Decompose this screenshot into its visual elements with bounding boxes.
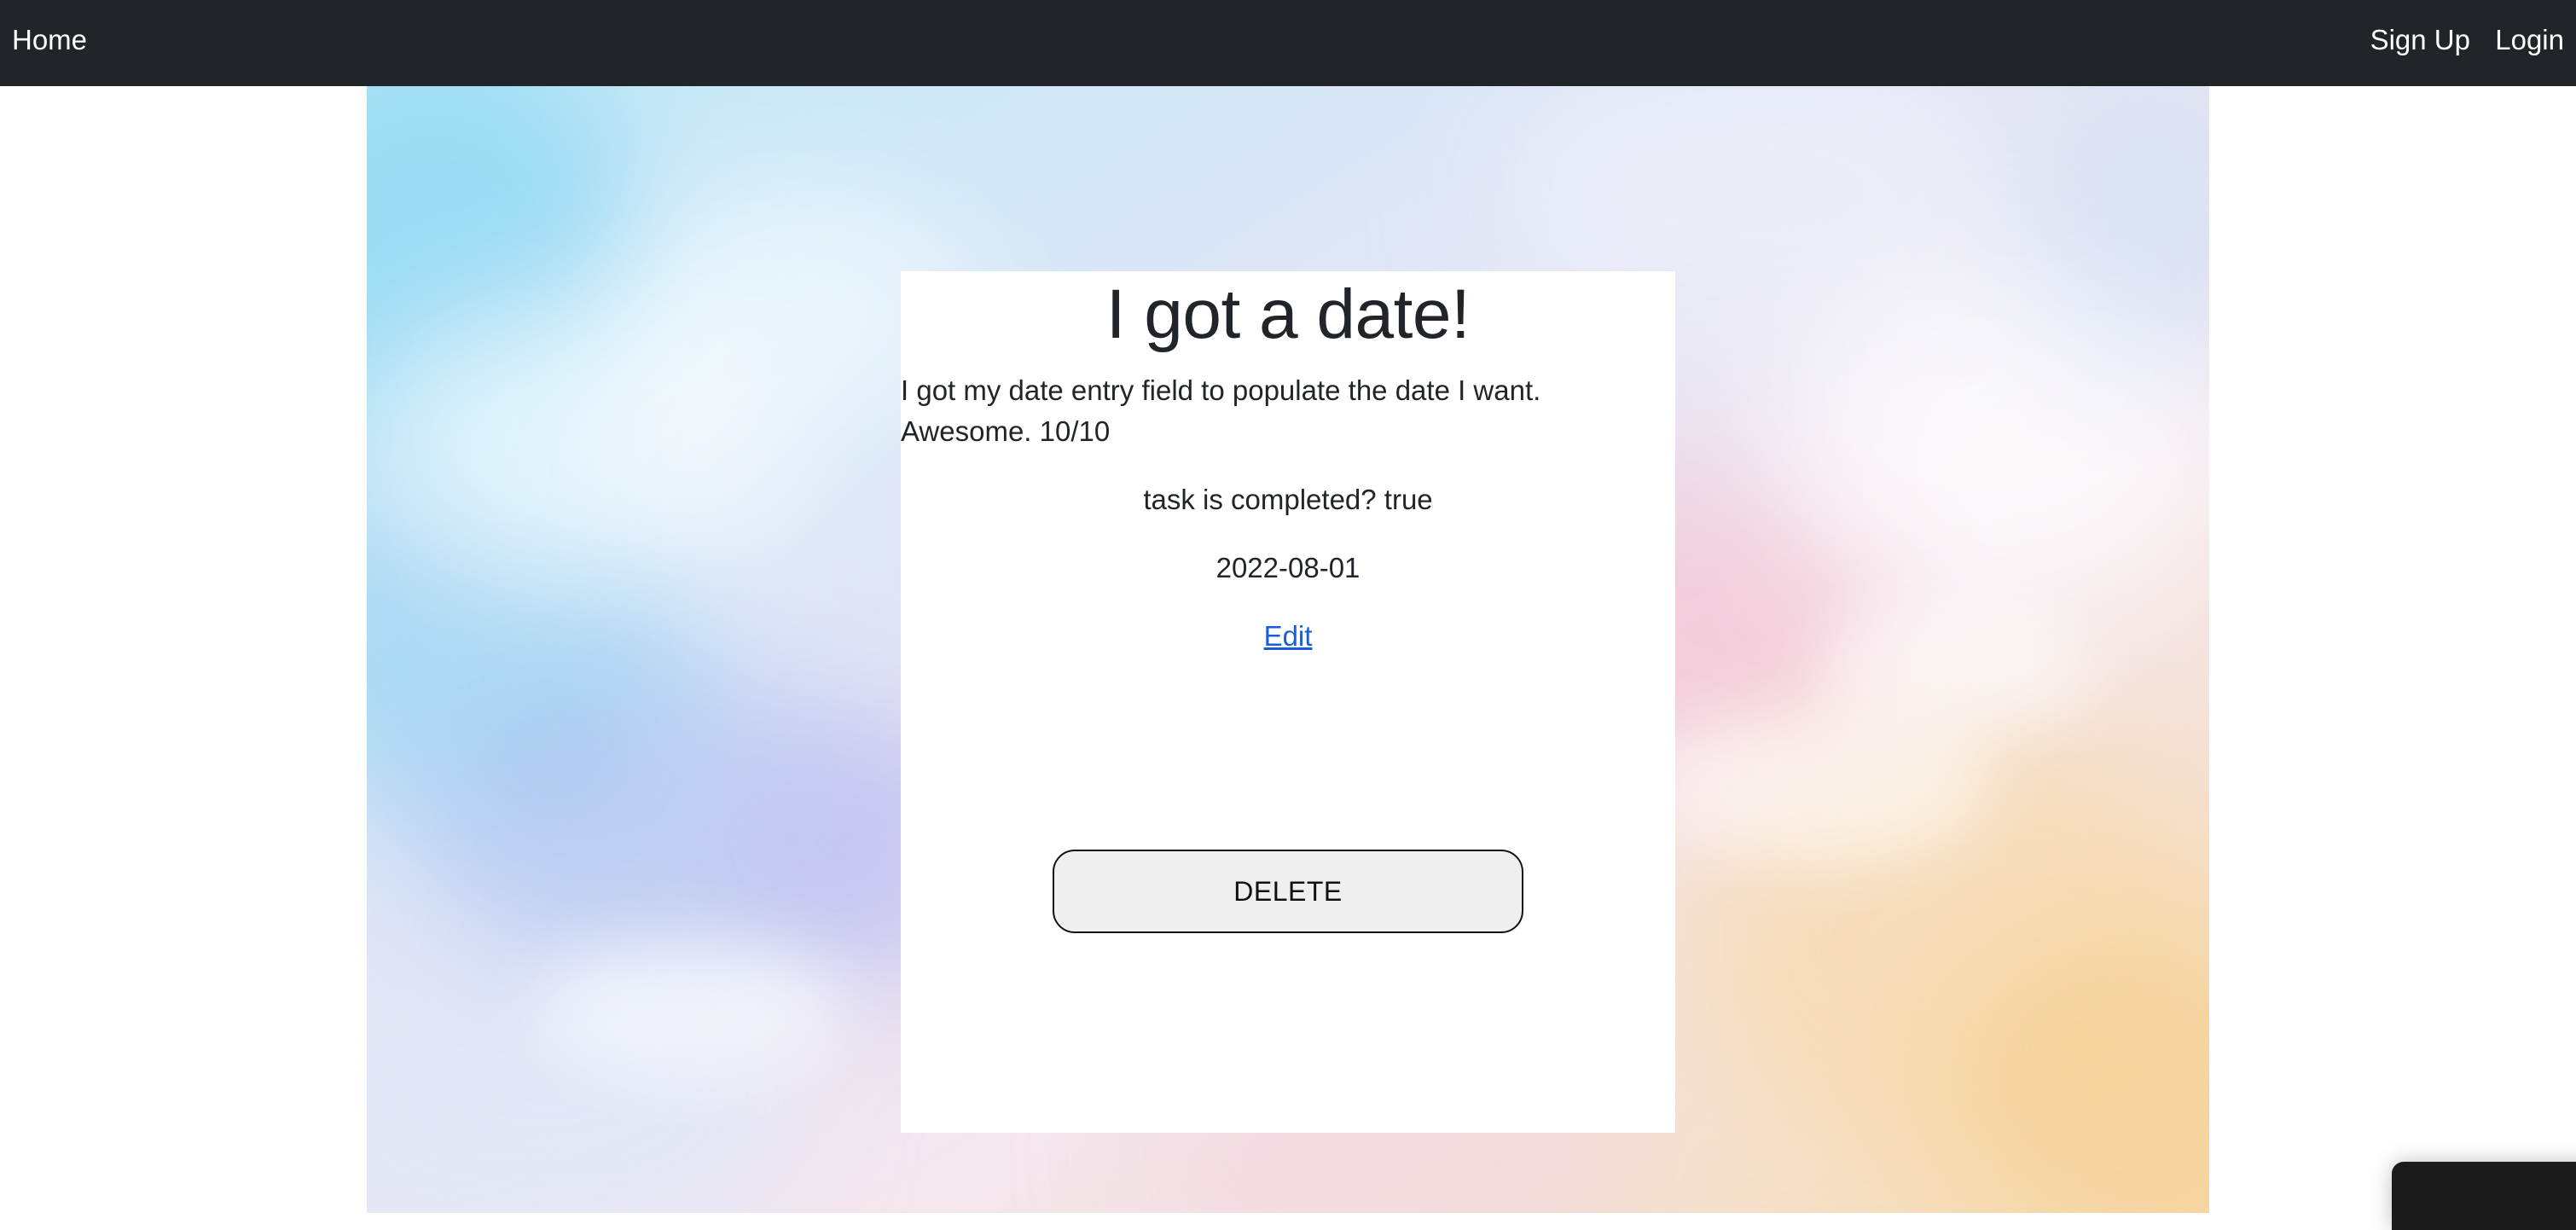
task-title: I got a date! bbox=[1105, 276, 1471, 353]
task-status: task is completed? true bbox=[1143, 484, 1433, 515]
task-description: I got my date entry field to populate th… bbox=[901, 374, 1541, 447]
nav-home-link[interactable]: Home bbox=[12, 0, 87, 80]
task-date: 2022-08-01 bbox=[1215, 552, 1361, 583]
task-card: I got a date! I got my date entry field … bbox=[901, 271, 1675, 1133]
edit-link[interactable]: Edit bbox=[1264, 616, 1313, 657]
corner-overlay bbox=[2392, 1162, 2576, 1230]
nav-login-link[interactable]: Login bbox=[2495, 0, 2564, 80]
delete-button[interactable]: DELETE bbox=[1053, 850, 1523, 933]
top-navbar: Home Sign Up Login bbox=[0, 0, 2576, 86]
nav-signup-link[interactable]: Sign Up bbox=[2370, 0, 2470, 80]
